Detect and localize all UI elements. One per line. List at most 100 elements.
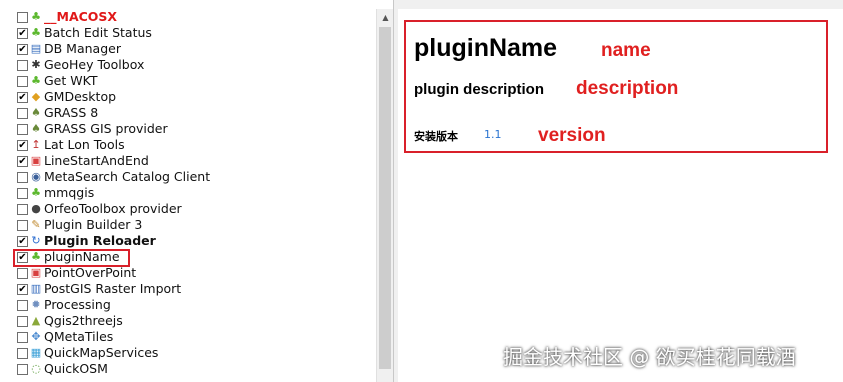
plugin-detail-panel: pluginName name plugin description descr… [398,9,843,382]
plugin-checkbox[interactable] [17,124,28,135]
plugin-label: PostGIS Raster Import [44,281,182,296]
plugin-checkbox[interactable] [17,12,28,23]
plugin-row[interactable]: ◌ QuickOSM [0,361,376,377]
plugin-checkbox[interactable] [17,108,28,119]
plugin-row[interactable]: ♠ GRASS 8 [0,105,376,121]
gear-icon: ✱ [31,58,41,71]
plugin-checkbox[interactable]: ✔ [17,236,28,247]
plugin-label: __MACOSX [44,9,118,24]
plugin-row[interactable]: ● OrfeoToolbox provider [0,201,376,217]
version-label: 安装版本 [414,130,458,143]
plugin-list-panel: ♣ __MACOSX ✔ ♣ Batch Edit Status ✔ ▤ DB Manager… [0,0,394,382]
plugin-title: pluginName [414,34,558,62]
plugin-row[interactable]: ✔ ▤ DB Manager [0,41,376,57]
plugin-label: PointOverPoint [44,265,137,280]
plugin-label: QuickOSM [44,361,108,376]
plugin-checkbox[interactable]: ✔ [17,284,28,295]
vertical-scrollbar[interactable]: ▲ [376,9,393,382]
plugin-row[interactable]: ▲ Qgis2threejs [0,313,376,329]
plugin-row[interactable]: ♣ Get WKT [0,73,376,89]
plugin-row[interactable]: ✥ QMetaTiles [0,329,376,345]
puzzle-icon: ♣ [31,186,41,199]
selected-row-highlight [13,249,130,267]
annotation-version: version [538,125,606,146]
plugin-checkbox[interactable]: ✔ [17,28,28,39]
plugin-list: ♣ __MACOSX ✔ ♣ Batch Edit Status ✔ ▤ DB Manager… [0,9,376,377]
annotation-name: name [601,40,651,61]
latlon-icon: ↥ [31,138,41,151]
plugin-label: Lat Lon Tools [44,137,125,152]
scroll-up-arrow-icon[interactable]: ▲ [377,9,393,26]
map-icon: ▦ [30,346,42,359]
plugin-row[interactable]: ♠ GRASS GIS provider [0,121,376,137]
plugin-row[interactable]: ♣ mmqgis [0,185,376,201]
plugin-row[interactable]: ✔ ▥ PostGIS Raster Import [0,281,376,297]
toolbox-icon: ● [31,202,41,215]
plugin-checkbox[interactable]: ✔ [17,140,28,151]
puzzle-icon: ♣ [31,10,41,23]
raster-icon: ▥ [30,282,42,295]
plugin-row[interactable]: ▣ PointOverPoint [0,265,376,281]
plugin-label: LineStartAndEnd [44,153,149,168]
plugin-row[interactable]: ✔ ↥ Lat Lon Tools [0,137,376,153]
plugin-checkbox[interactable] [17,332,28,343]
triangle-icon: ▲ [31,314,41,327]
annotation-description: description [576,78,679,99]
plugin-row[interactable]: ✔ ↻ Plugin Reloader [0,233,376,249]
plugin-label: QMetaTiles [44,329,114,344]
osm-icon: ◌ [31,362,41,375]
plugin-label: GRASS GIS provider [44,121,168,136]
tiles-icon: ✥ [31,330,41,343]
plugin-label: MetaSearch Catalog Client [44,169,211,184]
puzzle-icon: ♣ [31,74,41,87]
version-value: 1.1 [484,128,502,141]
plugin-row[interactable]: ✔ ◆ GMDesktop [0,89,376,105]
plugin-label: Get WKT [44,73,98,88]
watermark: 掘金技术社区 @ 欲买桂花同载酒 [503,345,796,369]
plugin-label: GMDesktop [44,89,117,104]
plugin-checkbox[interactable] [17,300,28,311]
plugin-label: GeoHey Toolbox [44,57,145,72]
plugin-label: Plugin Builder 3 [44,217,143,232]
puzzle-icon: ♣ [31,26,41,39]
plugin-row[interactable]: ◉ MetaSearch Catalog Client [0,169,376,185]
plugin-row[interactable]: ▦ QuickMapServices [0,345,376,361]
plugin-description: plugin description [414,81,544,98]
plugin-checkbox[interactable] [17,220,28,231]
scrollbar-thumb[interactable] [379,27,391,369]
plugin-detail-box: pluginName name plugin description descr… [404,20,828,153]
search-icon: ◉ [31,170,41,183]
plugin-checkbox[interactable] [17,204,28,215]
plugin-label: DB Manager [44,41,121,56]
wand-icon: ✎ [31,218,41,231]
plugin-row[interactable]: ♣ __MACOSX [0,9,376,25]
reload-icon: ↻ [31,234,41,247]
processing-icon: ✹ [31,298,41,311]
plugin-checkbox[interactable] [17,268,28,279]
plugin-row[interactable]: ✱ GeoHey Toolbox [0,57,376,73]
plugin-checkbox[interactable] [17,172,28,183]
plugin-label: Processing [44,297,111,312]
plugin-row[interactable]: ✎ Plugin Builder 3 [0,217,376,233]
plugin-checkbox[interactable] [17,76,28,87]
globe-icon: ◆ [31,90,41,103]
plugin-checkbox[interactable] [17,316,28,327]
plugin-checkbox[interactable]: ✔ [17,156,28,167]
plugin-label: OrfeoToolbox provider [44,201,182,216]
plugin-row[interactable]: ✔ ♣ Batch Edit Status [0,25,376,41]
plugin-label: Batch Edit Status [44,25,152,40]
plugin-label: Qgis2threejs [44,313,123,328]
plugin-label: mmqgis [44,185,95,200]
plugin-checkbox[interactable]: ✔ [17,44,28,55]
plugin-checkbox[interactable]: ✔ [17,92,28,103]
plugin-checkbox[interactable] [17,60,28,71]
database-icon: ▤ [30,42,42,55]
plugin-checkbox[interactable] [17,348,28,359]
grass-icon: ♠ [31,106,41,119]
plugin-row[interactable]: ✔ ▣ LineStartAndEnd [0,153,376,169]
plugin-checkbox[interactable] [17,364,28,375]
plugin-checkbox[interactable] [17,188,28,199]
grass-icon: ♠ [31,122,41,135]
plugin-row[interactable]: ✹ Processing [0,297,376,313]
line-icon: ▣ [30,154,42,167]
